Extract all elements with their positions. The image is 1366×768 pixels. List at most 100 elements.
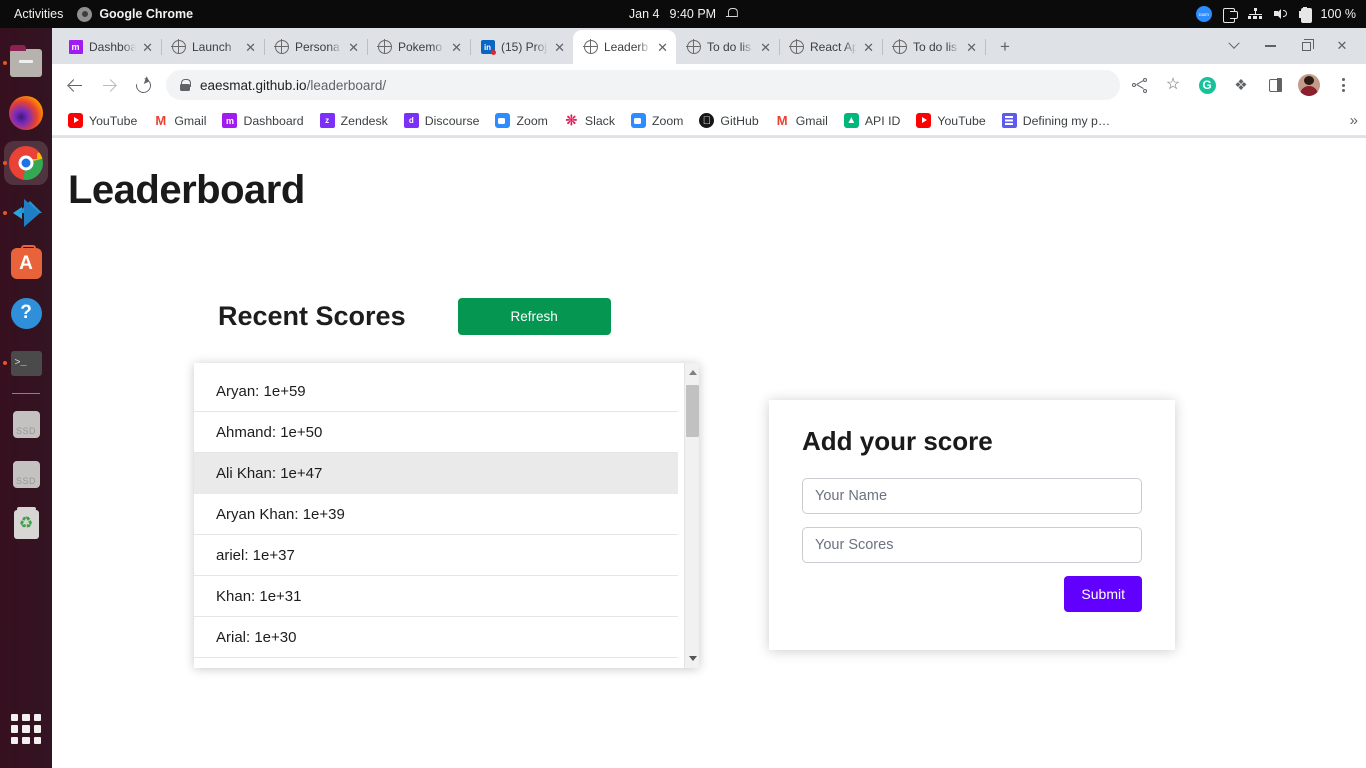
bookmarks-overflow-button[interactable]: » (1350, 112, 1358, 129)
dock-item-ubuntu-software[interactable]: A (0, 238, 52, 288)
maximize-button[interactable] (1288, 30, 1324, 62)
dock-item-ssd-drive-2[interactable]: SSD (0, 449, 52, 499)
score-input[interactable] (802, 527, 1142, 563)
dock-item-files[interactable] (0, 38, 52, 88)
tab-close-icon[interactable]: ✕ (657, 41, 668, 54)
dock-item-ssd-drive-1[interactable]: SSD (0, 399, 52, 449)
browser-tab-7[interactable]: React Ap ✕ (779, 30, 883, 64)
dock-item-firefox[interactable] (0, 88, 52, 138)
bookmark-zendesk[interactable]: z Zendesk (312, 110, 396, 131)
browser-tab-4[interactable]: in (15) Proj ✕ (470, 30, 573, 64)
profile-button[interactable] (1294, 70, 1324, 100)
list-item[interactable]: ariel: 1e+37 (194, 535, 678, 576)
scrollbar-down-arrow[interactable] (685, 651, 700, 666)
lock-icon[interactable] (180, 79, 191, 91)
forward-button[interactable] (94, 70, 124, 100)
tab-close-icon[interactable]: ✕ (348, 41, 359, 54)
scrollbar-thumb[interactable] (686, 385, 699, 437)
scrollbar-up-arrow[interactable] (685, 365, 700, 380)
close-window-button[interactable]: ✕ (1324, 30, 1360, 62)
scores-scrollbar[interactable] (684, 363, 699, 668)
gnome-top-bar: Activities Google Chrome Jan 4 9:40 PM z… (0, 0, 1366, 28)
bookmark-label: Dashboard (243, 113, 304, 128)
ssd-drive-icon: SSD (12, 410, 40, 438)
grammarly-icon: G (1198, 76, 1216, 94)
tab-close-icon[interactable]: ✕ (142, 41, 153, 54)
refresh-button[interactable]: Refresh (457, 298, 611, 335)
bookmark-discourse[interactable]: d Discourse (396, 110, 488, 131)
bookmark-gmail-2[interactable]: M Gmail (767, 110, 836, 131)
volume-icon[interactable] (1273, 8, 1288, 21)
share-button[interactable] (1124, 70, 1154, 100)
tab-close-icon[interactable]: ✕ (451, 41, 462, 54)
bell-icon[interactable] (726, 7, 738, 21)
list-item[interactable]: Ahmand: 1e+50 (194, 412, 678, 453)
list-item[interactable]: Ali Khan: 1e+47 (194, 453, 678, 494)
browser-tab-0[interactable]: m Dashboa ✕ (58, 30, 162, 64)
bookmark-zoom-2[interactable]: Zoom (623, 110, 691, 131)
tab-close-icon[interactable]: ✕ (760, 41, 771, 54)
bookmark-dashboard[interactable]: m Dashboard (214, 110, 311, 131)
side-panel-button[interactable] (1260, 70, 1290, 100)
bookmark-apiid[interactable]: ▲ API ID (836, 110, 909, 131)
browser-tab-6[interactable]: To do lis ✕ (676, 30, 780, 64)
tab-search-button[interactable] (1216, 30, 1252, 62)
github-icon:  (699, 113, 715, 128)
bookmark-zoom-1[interactable]: Zoom (487, 110, 555, 131)
tab-label: To do lis (707, 40, 752, 54)
activities-button[interactable]: Activities (0, 7, 77, 21)
bookmark-slack[interactable]: ❊ Slack (556, 110, 623, 131)
bookmark-youtube-2[interactable]: YouTube (908, 110, 993, 131)
clock-area[interactable]: Jan 4 9:40 PM (629, 7, 738, 21)
dock-item-trash[interactable]: ♻ (0, 499, 52, 549)
tab-close-icon[interactable]: ✕ (863, 41, 874, 54)
show-applications-button[interactable] (0, 704, 52, 754)
chevron-up-icon (688, 370, 697, 375)
bookmark-defining-my-purpose[interactable]: Defining my p… (994, 110, 1118, 131)
zoom-icon (495, 113, 511, 128)
list-item[interactable]: Arial: 1e+30 (194, 617, 678, 658)
bookmark-youtube[interactable]: YouTube (60, 110, 145, 131)
bookmark-gmail[interactable]: M Gmail (145, 110, 214, 131)
active-app-indicator[interactable]: Google Chrome (77, 6, 193, 22)
list-item[interactable]: Aryan Khan: 1e+39 (194, 494, 678, 535)
tab-label: Pokemo (398, 40, 443, 54)
name-input[interactable] (802, 478, 1142, 514)
grammarly-extension-button[interactable]: G (1192, 70, 1222, 100)
network-icon[interactable] (1248, 7, 1263, 21)
tab-close-icon[interactable]: ✕ (966, 41, 977, 54)
browser-tab-5-active[interactable]: Leaderb ✕ (573, 30, 676, 64)
dock-item-google-chrome[interactable] (0, 138, 52, 188)
ssd-drive-icon: SSD (12, 460, 40, 488)
dock-item-help[interactable]: ? (0, 288, 52, 338)
system-status-area[interactable]: zoom 100 % (1195, 6, 1356, 23)
scores-list[interactable]: Aryan: 1e+59 Ahmand: 1e+50 Ali Khan: 1e+… (194, 363, 684, 668)
dock-item-terminal[interactable]: >_ (0, 338, 52, 388)
bookmark-label: Zoom (651, 113, 684, 128)
new-tab-button[interactable]: + (991, 33, 1019, 61)
minimize-button[interactable] (1252, 30, 1288, 62)
address-bar[interactable]: eaesmat.github.io/leaderboard/ (166, 70, 1120, 100)
list-item[interactable]: Aryan: 1e+59 (194, 371, 678, 412)
bookmark-label: YouTube (89, 113, 138, 128)
tab-label: Leaderb (604, 40, 649, 54)
browser-tab-8[interactable]: To do lis ✕ (882, 30, 986, 64)
back-button[interactable] (60, 70, 90, 100)
dock-item-visual-studio-code[interactable] (0, 188, 52, 238)
tab-close-icon[interactable]: ✕ (245, 41, 256, 54)
list-item[interactable]: Khan: 1e+31 (194, 576, 678, 617)
reload-button[interactable] (128, 70, 158, 100)
browser-tab-2[interactable]: Persona ✕ (264, 30, 368, 64)
browser-tab-1[interactable]: Launch ✕ (161, 30, 265, 64)
bookmark-github[interactable]:  GitHub (691, 110, 766, 131)
screencast-icon[interactable] (1222, 7, 1238, 23)
browser-tab-3[interactable]: Pokemo ✕ (367, 30, 471, 64)
battery-icon[interactable] (1298, 6, 1312, 23)
extensions-button[interactable]: ❖ (1226, 70, 1256, 100)
chrome-window: m Dashboa ✕ Launch ✕ Persona ✕ Pokemo ✕ … (52, 28, 1366, 768)
submit-button[interactable]: Submit (1064, 576, 1142, 612)
tab-close-icon[interactable]: ✕ (554, 41, 565, 54)
chrome-menu-button[interactable] (1328, 70, 1358, 100)
bookmark-button[interactable]: ☆ (1158, 70, 1188, 100)
zoom-indicator-icon[interactable]: zoom (1195, 6, 1212, 22)
